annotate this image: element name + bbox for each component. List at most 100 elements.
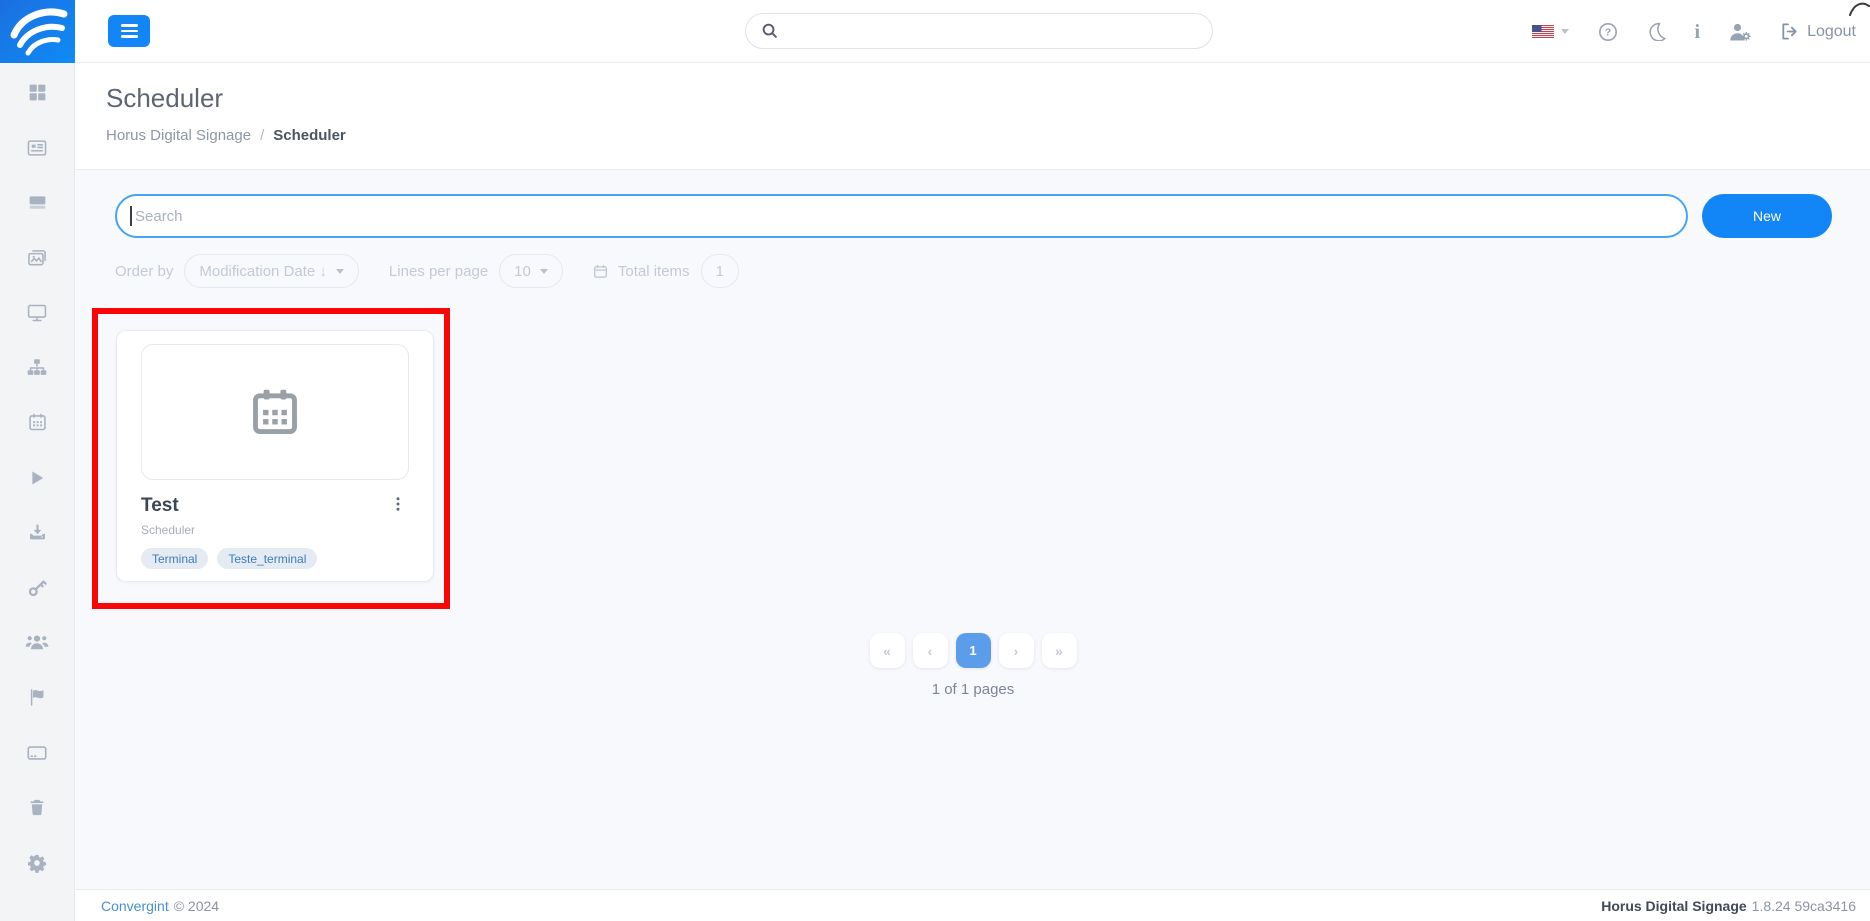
lines-per-page-label: Lines per page: [388, 262, 489, 280]
download-icon: [29, 524, 45, 540]
breadcrumb: Horus Digital Signage / Scheduler: [106, 127, 1870, 144]
moon-icon: [1648, 22, 1666, 41]
copyright-text: © 2024: [173, 897, 220, 914]
card-menu-button[interactable]: [387, 493, 409, 518]
sidebar-item-news[interactable]: [0, 120, 74, 175]
grid-icon: [29, 84, 45, 101]
info-button[interactable]: i: [1695, 22, 1701, 42]
total-items-label: Total items: [617, 262, 690, 280]
sidebar-item-scheduler[interactable]: [0, 395, 74, 450]
calendar-icon: [593, 264, 608, 279]
tag-terminal: Terminal: [141, 548, 209, 569]
header-nav: ? i Logout: [1531, 0, 1856, 63]
eagle-logo-icon: [0, 0, 75, 63]
search-input[interactable]: [115, 194, 1688, 238]
language-selector[interactable]: [1531, 25, 1569, 38]
svg-text:?: ?: [1604, 26, 1610, 38]
order-by-value: Modification Date ↓: [199, 262, 327, 280]
users-icon: [25, 635, 49, 649]
app-root: ? i Logout Scheduler Horus Digital Signa…: [0, 0, 1870, 921]
search-icon: [761, 22, 778, 44]
sidebar-item-terminals[interactable]: [0, 725, 74, 780]
sidebar-nav: [0, 63, 75, 921]
kebab-icon: [396, 497, 400, 511]
monitor-icon: [27, 304, 47, 321]
dark-mode-button[interactable]: [1647, 22, 1666, 41]
help-button[interactable]: ?: [1598, 22, 1618, 42]
text-cursor: [130, 206, 132, 226]
pagination-first-button[interactable]: «: [869, 633, 905, 668]
breadcrumb-separator: /: [260, 127, 265, 144]
calendar-icon: [253, 389, 297, 434]
sidebar-item-panel[interactable]: [0, 175, 74, 230]
terminal-card-icon: [27, 745, 47, 760]
sidebar-item-screens[interactable]: [0, 285, 74, 340]
pagination-summary: 1 of 1 pages: [931, 681, 1015, 698]
sidebar-item-flags[interactable]: [0, 670, 74, 725]
main-content: New Order by Modification Date ↓ Lines p…: [76, 170, 1870, 889]
pagination-page-1-button[interactable]: 1: [955, 633, 991, 668]
chevron-down-icon: [1560, 29, 1569, 34]
card-thumbnail: [141, 344, 409, 480]
sidebar-item-downloads[interactable]: [0, 505, 74, 560]
new-button[interactable]: New: [1702, 194, 1832, 238]
pagination-next-button[interactable]: ›: [998, 633, 1034, 668]
card-subtitle: Scheduler: [141, 523, 196, 537]
breadcrumb-current: Scheduler: [273, 127, 346, 144]
logout-button[interactable]: Logout: [1780, 22, 1856, 41]
card-tags: Terminal Teste_terminal: [141, 548, 409, 569]
sidebar-item-sitemap[interactable]: [0, 340, 74, 395]
footer: Convergint © 2024 Horus Digital Signage …: [76, 889, 1870, 921]
breadcrumb-parent[interactable]: Horus Digital Signage: [106, 127, 251, 144]
menu-toggle-button[interactable]: [108, 15, 150, 47]
sidebar-item-settings[interactable]: [0, 835, 74, 890]
sitemap-icon: [27, 358, 47, 375]
chevron-down-icon: [539, 268, 548, 274]
user-settings-button[interactable]: [1729, 22, 1751, 42]
sidebar-item-licenses[interactable]: [0, 560, 74, 615]
logout-label: Logout: [1807, 22, 1856, 40]
version-text: 1.8.24 59ca3416: [1751, 897, 1856, 914]
hamburger-icon: [120, 24, 138, 27]
product-name: Horus Digital Signage: [1601, 897, 1747, 914]
logout-icon: [1782, 23, 1797, 40]
trash-icon: [30, 799, 44, 816]
calendar-icon: [28, 413, 46, 431]
scheduler-card[interactable]: Test Scheduler Terminal Teste_terminal: [116, 330, 434, 582]
pagination-prev-button[interactable]: ‹: [912, 633, 948, 668]
user-gear-icon: [1730, 23, 1751, 41]
page-title: Scheduler: [106, 83, 224, 113]
cursor-artifact: [1849, 2, 1870, 16]
panel-icon: [29, 196, 45, 209]
images-icon: [28, 249, 46, 265]
lines-per-page-dropdown[interactable]: 10: [499, 254, 563, 288]
sidebar-item-player[interactable]: [0, 450, 74, 505]
card-title: Test: [141, 494, 179, 516]
global-search-input[interactable]: [745, 13, 1213, 49]
page-head: Scheduler Horus Digital Signage / Schedu…: [76, 63, 1870, 170]
flag-icon: [30, 689, 43, 706]
play-icon: [32, 471, 44, 484]
pagination: « ‹ 1 › »: [76, 633, 1870, 668]
order-by-dropdown[interactable]: Modification Date ↓: [184, 254, 359, 288]
brand-logo[interactable]: [0, 0, 75, 63]
pagination-last-button[interactable]: »: [1041, 633, 1077, 668]
toolbar: New: [115, 194, 1832, 238]
sidebar-item-media[interactable]: [0, 230, 74, 285]
newspaper-icon: [27, 139, 47, 156]
order-by-label: Order by: [115, 262, 174, 280]
global-search: [745, 13, 1213, 49]
key-icon: [28, 580, 47, 597]
sidebar-item-trash[interactable]: [0, 780, 74, 835]
info-icon: i: [1694, 20, 1701, 43]
sidebar-item-dashboard[interactable]: [0, 65, 74, 120]
sidebar-item-users[interactable]: [0, 615, 74, 670]
list-search: [115, 194, 1688, 238]
total-items-badge: 1: [700, 254, 739, 288]
total-items-value: 1: [715, 262, 724, 280]
company-link[interactable]: Convergint: [101, 898, 169, 914]
top-header: ? i Logout: [0, 0, 1870, 63]
lines-per-page-value: 10: [514, 262, 531, 280]
filters-bar: Order by Modification Date ↓ Lines per p…: [115, 254, 739, 288]
help-icon: ?: [1598, 22, 1617, 41]
